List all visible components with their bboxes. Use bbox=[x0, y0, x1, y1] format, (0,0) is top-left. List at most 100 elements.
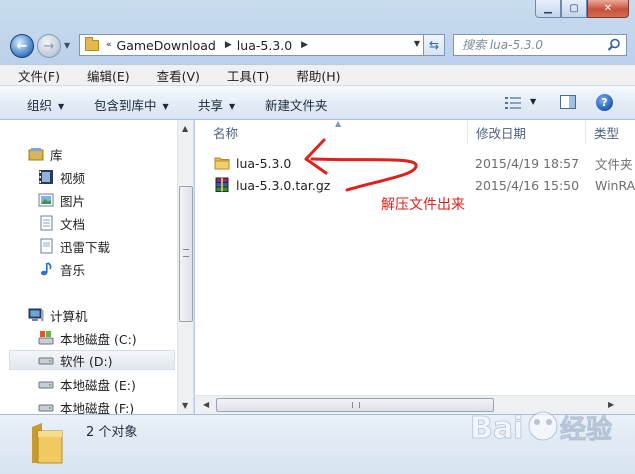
include-in-library-label: 包含到库中 bbox=[94, 98, 157, 113]
music-icon bbox=[41, 262, 52, 276]
tree-item-label: 本地磁盘 (F:) bbox=[60, 400, 135, 415]
file-type: WinRAR bbox=[595, 177, 635, 193]
close-button[interactable]: ✕ bbox=[587, 0, 629, 18]
annotation-text: 解压文件出来 bbox=[381, 197, 465, 213]
tree-item-xunlei-downloads[interactable]: 迅雷下载 bbox=[38, 236, 110, 256]
minimize-button[interactable]: ▁ bbox=[535, 0, 561, 18]
baidu-jingyan-watermark: Bai 经验 bbox=[470, 411, 613, 447]
recent-pages-dropdown[interactable]: ▼ bbox=[64, 41, 70, 50]
column-header-type[interactable]: 类型 bbox=[586, 120, 635, 144]
tree-libraries-label: 库 bbox=[50, 147, 63, 163]
tree-item-music[interactable]: 音乐 bbox=[38, 259, 85, 279]
scrollbar-thumb[interactable] bbox=[179, 186, 193, 322]
tree-drive-e[interactable]: 本地磁盘 (E:) bbox=[38, 374, 136, 394]
tree-drive-f[interactable]: 本地磁盘 (F:) bbox=[38, 397, 134, 414]
preview-pane-icon[interactable] bbox=[560, 95, 576, 109]
breadcrumb-gamedownload[interactable]: GameDownload bbox=[115, 38, 222, 53]
maximize-button[interactable]: ▢ bbox=[561, 0, 587, 18]
folder-icon bbox=[85, 36, 99, 51]
organize-button[interactable]: 组织 ▼ bbox=[27, 95, 64, 114]
drive-icon bbox=[38, 404, 54, 412]
document-icon bbox=[40, 215, 53, 231]
winrar-archive-icon bbox=[215, 177, 229, 192]
menu-tools[interactable]: 工具(T) bbox=[209, 66, 278, 85]
drive-icon bbox=[38, 381, 54, 389]
include-in-library-button[interactable]: 包含到库中 ▼ bbox=[94, 95, 169, 114]
tree-item-pictures[interactable]: 图片 bbox=[38, 190, 85, 210]
folder-icon bbox=[214, 157, 230, 170]
breadcrumb-lua[interactable]: lua-5.3.0 bbox=[235, 38, 298, 53]
annotation-arrow-icon bbox=[304, 138, 418, 192]
search-box[interactable] bbox=[453, 34, 627, 56]
computer-icon bbox=[28, 308, 44, 321]
file-type: 文件夹 bbox=[595, 156, 633, 172]
tree-item-documents[interactable]: 文档 bbox=[38, 213, 85, 233]
menu-view[interactable]: 查看(V) bbox=[139, 66, 209, 85]
item-count: 2 个对象 bbox=[86, 425, 138, 440]
tree-item-videos[interactable]: 视频 bbox=[38, 167, 85, 187]
breadcrumb-separator-icon[interactable]: ▶ bbox=[298, 40, 311, 50]
command-bar: 组织 ▼ 包含到库中 ▼ 共享 ▼ 新建文件夹 ▼ ? bbox=[0, 86, 635, 120]
scroll-down-arrow-icon[interactable]: ▼ bbox=[182, 401, 188, 410]
tree-item-label: 迅雷下载 bbox=[60, 239, 111, 255]
navigation-pane: 库 视频 图片 文档 迅雷下载 音乐 计算机 本地磁盘 (C:) 软件 (D:)… bbox=[0, 120, 194, 414]
dropdown-arrow-icon: ▼ bbox=[229, 102, 236, 111]
dropdown-arrow-icon: ▼ bbox=[58, 102, 65, 111]
scroll-up-arrow-icon[interactable]: ▲ bbox=[182, 124, 188, 133]
back-arrow-icon: ← bbox=[16, 38, 28, 54]
refresh-button[interactable]: ⇆ bbox=[423, 34, 445, 56]
address-history-dropdown[interactable]: ▼ bbox=[414, 39, 420, 48]
column-header-date-modified[interactable]: 修改日期 bbox=[468, 120, 586, 144]
file-list-pane: ▲ 名称 修改日期 类型 lua-5.3.0 2015/4/19 18:57 文… bbox=[195, 120, 635, 414]
help-icon[interactable]: ? bbox=[596, 94, 613, 111]
tree-item-label: 本地磁盘 (C:) bbox=[60, 331, 137, 347]
system-drive-icon bbox=[38, 331, 54, 345]
search-icon[interactable] bbox=[607, 38, 621, 52]
tree-item-label: 音乐 bbox=[60, 262, 86, 278]
file-name[interactable]: lua-5.3.0 bbox=[236, 156, 291, 171]
library-icon bbox=[28, 148, 44, 161]
caption-buttons: ▁ ▢ ✕ bbox=[535, 0, 629, 18]
menu-edit[interactable]: 编辑(E) bbox=[69, 66, 139, 85]
tree-item-label: 文档 bbox=[60, 216, 86, 232]
tree-drive-d[interactable]: 软件 (D:) bbox=[9, 350, 175, 370]
refresh-icon: ⇆ bbox=[428, 38, 440, 52]
forward-button[interactable]: → bbox=[37, 34, 61, 58]
picture-icon bbox=[38, 193, 54, 207]
tree-libraries[interactable]: 库 bbox=[28, 144, 63, 164]
document-icon bbox=[40, 238, 53, 254]
video-icon bbox=[39, 170, 53, 184]
back-button[interactable]: ← bbox=[10, 34, 34, 58]
file-date: 2015/4/16 15:50 bbox=[475, 177, 580, 193]
view-options-dropdown[interactable]: ▼ bbox=[530, 97, 536, 106]
menu-file[interactable]: 文件(F) bbox=[0, 66, 69, 85]
dropdown-arrow-icon: ▼ bbox=[162, 102, 169, 111]
tree-item-label: 视频 bbox=[60, 170, 86, 186]
new-folder-button[interactable]: 新建文件夹 bbox=[265, 95, 328, 114]
share-button[interactable]: 共享 ▼ bbox=[198, 95, 235, 114]
tree-item-label: 图片 bbox=[60, 193, 86, 209]
forward-arrow-icon: → bbox=[43, 38, 55, 54]
tree-computer-label: 计算机 bbox=[50, 308, 88, 324]
scrollbar-thumb[interactable] bbox=[216, 398, 494, 412]
tree-drive-c[interactable]: 本地磁盘 (C:) bbox=[38, 328, 137, 348]
tree-item-label: 软件 (D:) bbox=[60, 353, 113, 369]
scroll-left-arrow-icon[interactable]: ◀ bbox=[203, 400, 209, 409]
svg-text:经验: 经验 bbox=[560, 414, 612, 445]
tree-item-label: 本地磁盘 (E:) bbox=[60, 377, 136, 393]
explorer-window: ▁ ▢ ✕ ← → ▼ « GameDownload ▶ lua-5.3.0 ▶… bbox=[0, 0, 635, 474]
file-date: 2015/4/19 18:57 bbox=[475, 155, 580, 171]
search-input[interactable] bbox=[460, 37, 604, 53]
share-label: 共享 bbox=[198, 98, 224, 113]
address-bar[interactable]: « GameDownload ▶ lua-5.3.0 ▶ ▼ ⇆ bbox=[79, 34, 445, 56]
address-overflow-chevron[interactable]: « bbox=[103, 40, 115, 50]
menu-help[interactable]: 帮助(H) bbox=[278, 66, 349, 85]
navigation-pane-scrollbar[interactable]: ▲ ▼ bbox=[177, 120, 193, 414]
svg-text:Bai: Bai bbox=[470, 411, 523, 446]
change-view-icon[interactable] bbox=[505, 96, 521, 110]
organize-label: 组织 bbox=[27, 98, 53, 113]
folder-icon bbox=[32, 423, 63, 464]
menu-bar: 文件(F) 编辑(E) 查看(V) 工具(T) 帮助(H) bbox=[0, 64, 635, 86]
breadcrumb-separator-icon[interactable]: ▶ bbox=[222, 40, 235, 50]
tree-computer[interactable]: 计算机 bbox=[28, 305, 88, 325]
